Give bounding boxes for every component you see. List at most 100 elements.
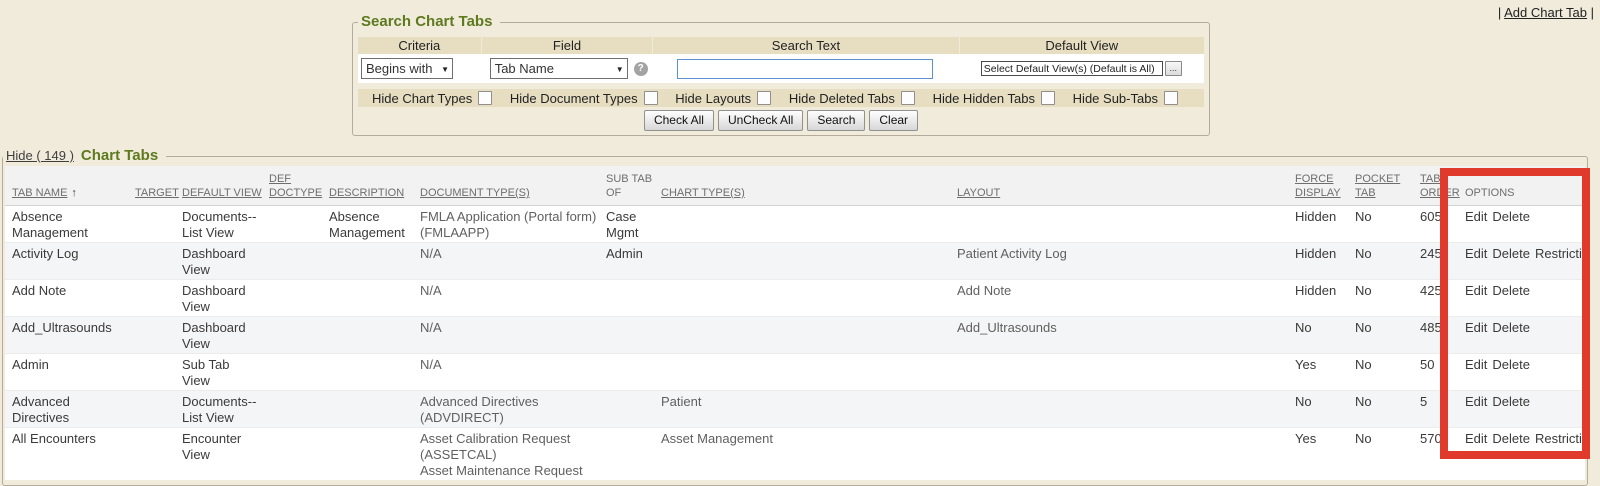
cell-default-view: Documents-- List View xyxy=(182,206,269,243)
column-header-target[interactable]: TARGET xyxy=(135,166,182,206)
cell-def-doctype xyxy=(269,428,329,481)
chevron-down-icon: ▼ xyxy=(616,64,624,73)
cell-layout xyxy=(957,354,1295,391)
chart-tabs-table: TAB NAME↑TARGETDEFAULT VIEWDEF DOCTYPEDE… xyxy=(5,166,1585,480)
cell-chart-types xyxy=(661,243,957,280)
field-select[interactable]: Tab Name ▼ xyxy=(490,58,628,79)
sort-ascending-icon: ↑ xyxy=(71,187,77,199)
cell-target xyxy=(135,391,182,428)
table-row: All EncountersEncounter ViewAsset Calibr… xyxy=(5,428,1585,481)
default-view-input[interactable]: Select Default View(s) (Default is All) xyxy=(981,61,1163,76)
cell-force-display: Hidden xyxy=(1295,206,1355,243)
cell-def-doctype xyxy=(269,206,329,243)
delete-link[interactable]: Delete xyxy=(1492,283,1530,298)
cell-tab-name: All Encounters xyxy=(5,428,135,481)
column-header-layout[interactable]: LAYOUT xyxy=(957,166,1295,206)
edit-link[interactable]: Edit xyxy=(1465,431,1487,446)
checkbox-label: Hide Document Types xyxy=(510,91,638,106)
hide-document-types-checkbox[interactable] xyxy=(644,91,658,105)
cell-target xyxy=(135,243,182,280)
cell-tab-order: 50 xyxy=(1420,354,1465,391)
column-header-pocket-tab[interactable]: POCKET TAB xyxy=(1355,166,1420,206)
column-header-default-view[interactable]: DEFAULT VIEW xyxy=(182,166,269,206)
cell-force-display: Yes xyxy=(1295,354,1355,391)
cell-layout xyxy=(957,428,1295,481)
cell-chart-types xyxy=(661,354,957,391)
edit-link[interactable]: Edit xyxy=(1465,320,1487,335)
hide-hidden-tabs-checkbox[interactable] xyxy=(1041,91,1055,105)
delete-link[interactable]: Delete xyxy=(1492,431,1530,446)
restrictions-link[interactable]: Restrictions xyxy=(1535,246,1585,261)
check-all-button[interactable]: Check All xyxy=(644,110,714,131)
search-chart-tabs-panel: Search Chart Tabs CriteriaFieldSearch Te… xyxy=(352,22,1210,136)
table-header-row: TAB NAME↑TARGETDEFAULT VIEWDEF DOCTYPEDE… xyxy=(5,166,1585,206)
checkbox-label: Hide Layouts xyxy=(675,91,751,106)
cell-document-types: N/A xyxy=(420,317,606,354)
help-icon-glyph: ? xyxy=(638,63,644,74)
cell-description xyxy=(329,391,420,428)
cell-description xyxy=(329,428,420,481)
cell-tab-name: Admin xyxy=(5,354,135,391)
checkbox-item-hide-document-types: Hide Document Types xyxy=(510,91,658,106)
hide-deleted-tabs-checkbox[interactable] xyxy=(901,91,915,105)
column-header-document-type-s[interactable]: DOCUMENT TYPE(S) xyxy=(420,166,606,206)
pipe-separator: | xyxy=(1591,5,1594,20)
search-button[interactable]: Search xyxy=(807,110,865,131)
cell-options: Edit Delete xyxy=(1465,391,1585,428)
cell-sub-tab-of xyxy=(606,391,661,428)
cell-sub-tab-of xyxy=(606,280,661,317)
cell-force-display: No xyxy=(1295,317,1355,354)
edit-link[interactable]: Edit xyxy=(1465,209,1487,224)
hide-count-link[interactable]: Hide ( 149 ) xyxy=(6,148,74,163)
uncheck-all-button[interactable]: UnCheck All xyxy=(718,110,803,131)
table-body: Absence Management Documents-- List View A… xyxy=(5,206,1585,481)
cell-def-doctype xyxy=(269,354,329,391)
delete-link[interactable]: Delete xyxy=(1492,320,1530,335)
cell-description xyxy=(329,243,420,280)
column-header-chart-type-s[interactable]: CHART TYPE(S) xyxy=(661,166,957,206)
delete-link[interactable]: Delete xyxy=(1492,394,1530,409)
column-header-sub-tab-of: SUB TAB OF xyxy=(606,166,661,206)
column-header-force-display[interactable]: FORCE DISPLAY xyxy=(1295,166,1355,206)
cell-tab-order: 485 xyxy=(1420,317,1465,354)
cell-default-view: Sub Tab View xyxy=(182,354,269,391)
cell-chart-types xyxy=(661,317,957,354)
cell-document-types: N/A xyxy=(420,243,606,280)
cell-target xyxy=(135,206,182,243)
cell-layout: Add_Ultrasounds xyxy=(957,317,1295,354)
checkbox-label: Hide Hidden Tabs xyxy=(933,91,1035,106)
column-header-tab-name[interactable]: TAB NAME↑ xyxy=(5,166,135,206)
edit-link[interactable]: Edit xyxy=(1465,246,1487,261)
cell-def-doctype xyxy=(269,243,329,280)
hide-sub-tabs-checkbox[interactable] xyxy=(1164,91,1178,105)
edit-link[interactable]: Edit xyxy=(1465,357,1487,372)
clear-button[interactable]: Clear xyxy=(869,110,918,131)
edit-link[interactable]: Edit xyxy=(1465,283,1487,298)
column-header-tab-order[interactable]: TAB ORDER xyxy=(1420,166,1465,206)
delete-link[interactable]: Delete xyxy=(1492,357,1530,372)
column-header-description[interactable]: DESCRIPTION xyxy=(329,166,420,206)
cell-pocket-tab: No xyxy=(1355,391,1420,428)
delete-link[interactable]: Delete xyxy=(1492,246,1530,261)
cell-default-view: Dashboard View xyxy=(182,317,269,354)
restrictions-link[interactable]: Restrictions xyxy=(1535,431,1585,446)
hide-chart-types-checkbox[interactable] xyxy=(478,91,492,105)
cell-options: Edit Delete Restrictions xyxy=(1465,243,1585,280)
column-header-def-doctype[interactable]: DEF DOCTYPE xyxy=(269,166,329,206)
edit-link[interactable]: Edit xyxy=(1465,394,1487,409)
cell-def-doctype xyxy=(269,317,329,354)
add-chart-tab-link[interactable]: Add Chart Tab xyxy=(1504,5,1587,20)
cell-target xyxy=(135,354,182,391)
help-icon[interactable]: ? xyxy=(634,62,648,76)
ellipsis-button[interactable]: ... xyxy=(1165,61,1182,76)
cell-target xyxy=(135,317,182,354)
criteria-select[interactable]: Begins with ▼ xyxy=(361,58,453,79)
cell-description: Absence Management xyxy=(329,206,420,243)
cell-sub-tab-of: Case Mgmt xyxy=(606,206,661,243)
delete-link[interactable]: Delete xyxy=(1492,209,1530,224)
cell-sub-tab-of xyxy=(606,428,661,481)
hide-layouts-checkbox[interactable] xyxy=(757,91,771,105)
search-text-input[interactable] xyxy=(677,59,933,79)
cell-pocket-tab: No xyxy=(1355,354,1420,391)
cell-tab-name: Activity Log xyxy=(5,243,135,280)
